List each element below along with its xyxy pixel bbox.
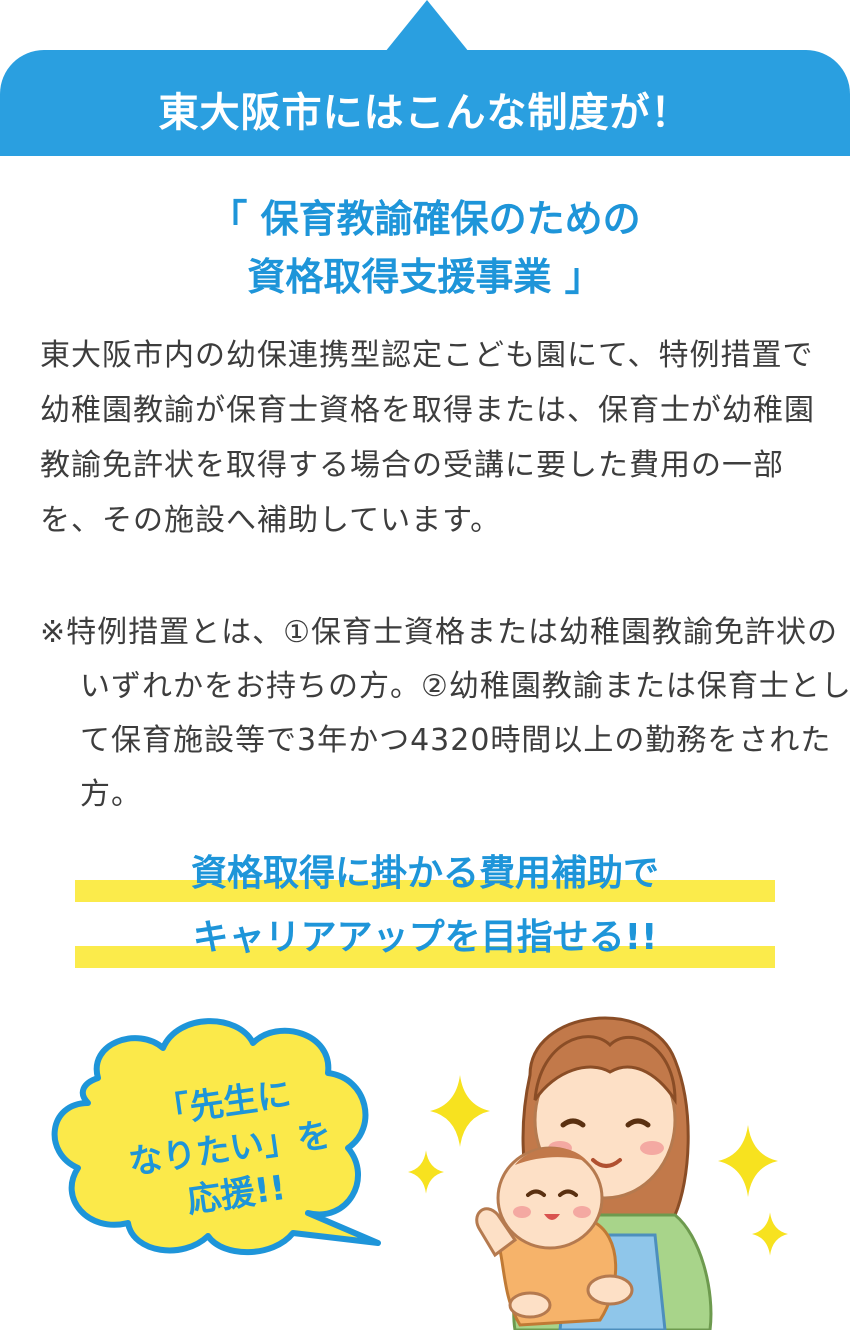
header-title: 東大阪市にはこんな制度が！ bbox=[158, 90, 692, 136]
slogan-line2: キャリアアップを目指せる!! bbox=[192, 917, 658, 958]
program-title-line1: 「 保育教諭確保のための bbox=[209, 197, 641, 241]
program-title-line2: 資格取得支援事業 」 bbox=[247, 255, 603, 299]
slogan: 資格取得に掛かる費用補助で キャリアアップを目指せる!! bbox=[0, 842, 850, 970]
sparkle-icon bbox=[408, 1150, 444, 1194]
note-text: ※特例措置とは、①保育士資格または幼稚園教諭免許状のいずれかをお持ちの方。②幼稚… bbox=[40, 615, 850, 812]
description-text: 東大阪市内の幼保連携型認定こども園にて、特例措置で幼稚園教諭が保育士資格を取得ま… bbox=[40, 338, 815, 538]
header-notch bbox=[385, 0, 469, 52]
slogan-line1: 資格取得に掛かる費用補助で bbox=[190, 853, 659, 894]
mother-and-baby-illustration bbox=[475, 1016, 713, 1330]
program-title: 「 保育教諭確保のための 資格取得支援事業 」 bbox=[0, 190, 850, 306]
